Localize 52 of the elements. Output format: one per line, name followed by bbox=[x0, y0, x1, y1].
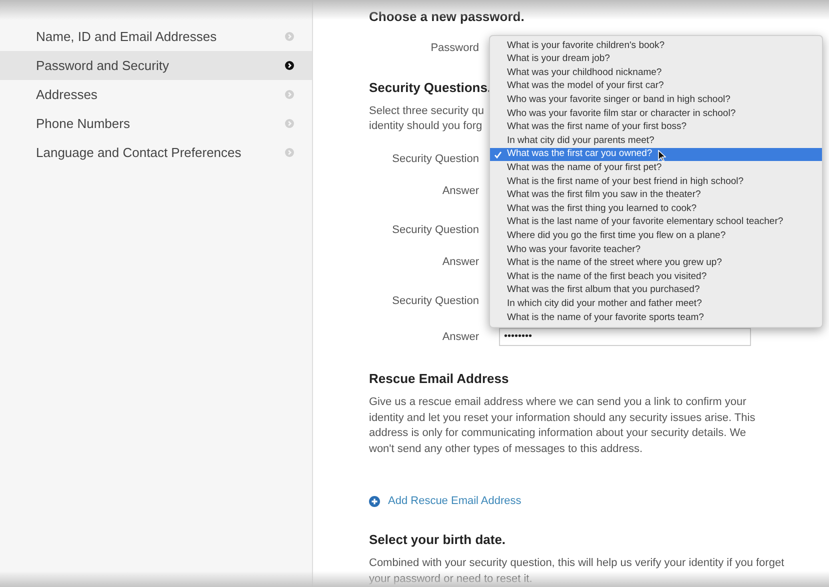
chevron-icon bbox=[285, 32, 294, 41]
add-email-link[interactable]: Add Rescue Email Address bbox=[388, 493, 522, 510]
dropdown-option[interactable]: What was the first name of your first boss? bbox=[490, 120, 822, 134]
dropdown-option[interactable]: What was the first car you owned? bbox=[490, 148, 822, 162]
description-text: Combined with your security question, this will help us verify your identity if you forget your password or need to reset it. bbox=[369, 556, 786, 586]
dropdown-option[interactable]: What was the first film you saw in the theater? bbox=[490, 188, 822, 202]
field-label: Security Question bbox=[392, 153, 479, 165]
chevron-icon bbox=[285, 90, 294, 99]
section-heading: Select your birth date. bbox=[369, 530, 507, 549]
description-text: Select three security qu bbox=[369, 104, 484, 118]
sidebar-item[interactable]: Language and Contact Preferences bbox=[0, 138, 312, 167]
dropdown-option[interactable]: What is the first name of your best friend in high school? bbox=[490, 174, 822, 189]
dropdown-option[interactable]: What is the last name of your favorite elementary school teacher? bbox=[490, 216, 822, 230]
section-heading: Security Questions. bbox=[369, 79, 492, 97]
dropdown-option[interactable]: In what city did your parents meet? bbox=[490, 134, 822, 148]
dropdown-option[interactable]: What was the model of your first car? bbox=[490, 80, 822, 94]
chevron-icon bbox=[285, 119, 294, 128]
dropdown-option[interactable]: What is your dream job? bbox=[490, 52, 822, 66]
dropdown-option[interactable]: What was the first thing you learned to cook? bbox=[490, 202, 822, 216]
dropdown-option[interactable]: Who was your favorite teacher? bbox=[490, 242, 822, 256]
dropdown-option[interactable]: What is the name of the first beach you visited? bbox=[490, 270, 822, 284]
dropdown-option[interactable]: What is the name of your favorite sports team? bbox=[490, 310, 822, 324]
field-label: Password bbox=[430, 42, 479, 54]
input-field[interactable]: •••••••• bbox=[499, 328, 751, 346]
field-label: Answer bbox=[442, 256, 479, 268]
dropdown-option[interactable]: What was the name of your first pet? bbox=[490, 161, 822, 175]
dropdown-option[interactable]: Who was your favorite singer or band in high school? bbox=[490, 93, 822, 107]
chevron-icon bbox=[285, 148, 294, 157]
description-text: Give us a rescue email address where we can send you a link to confirm your identity and let you reset your information should any security issues arise. This address is only for communicating information about your security details. We won't send any other types of messages to this address. bbox=[369, 395, 756, 456]
field-label: Answer bbox=[442, 330, 479, 342]
description-text: identity should you forg bbox=[369, 118, 482, 134]
dropdown-option[interactable]: Where did you go the first time you flew on a plane? bbox=[490, 229, 822, 243]
sidebar-item[interactable]: Addresses bbox=[0, 80, 312, 109]
sidebar-item[interactable]: Phone Numbers bbox=[0, 109, 312, 138]
add-icon bbox=[369, 496, 380, 507]
field-label: Security Question bbox=[392, 295, 479, 307]
section-heading: Choose a new password. bbox=[369, 8, 526, 26]
dropdown-menu[interactable] bbox=[489, 35, 823, 328]
dropdown-option[interactable]: Who was your favorite film star or character in school? bbox=[490, 106, 822, 121]
sidebar-item[interactable]: Name, ID and Email Addresses bbox=[0, 22, 312, 51]
dropdown-option[interactable]: What is the name of the street where you grew up? bbox=[490, 256, 822, 270]
dropdown-option[interactable]: In which city did your mother and father meet? bbox=[490, 297, 822, 311]
dropdown-option[interactable]: What was the first album that you purchased? bbox=[490, 284, 822, 298]
section-heading: Rescue Email Address bbox=[369, 370, 510, 388]
chevron-icon bbox=[285, 61, 294, 70]
field-label: Answer bbox=[442, 184, 479, 196]
field-label: Security Question bbox=[392, 224, 479, 236]
checkmark-icon bbox=[494, 150, 502, 159]
dropdown-option[interactable]: What was your childhood nickname? bbox=[490, 66, 822, 80]
cursor-icon bbox=[658, 150, 666, 162]
dropdown-option[interactable]: What is your favorite children's book? bbox=[490, 39, 822, 53]
sidebar-item[interactable]: Password and Security bbox=[0, 51, 312, 80]
